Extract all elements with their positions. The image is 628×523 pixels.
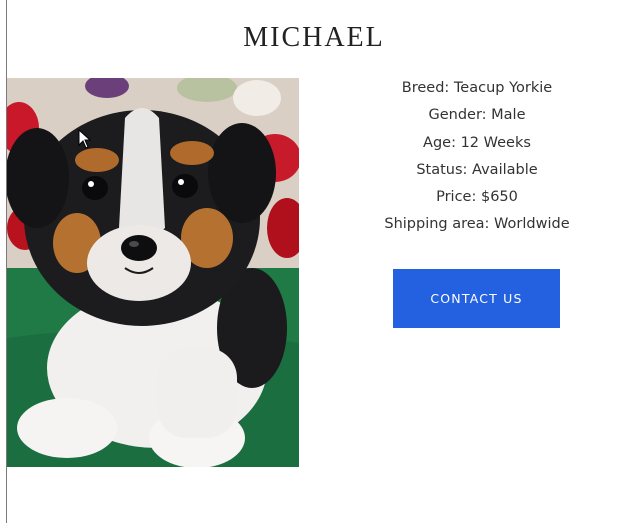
price-text: Price: $650 [436,189,518,206]
gender-text: Gender: Male [428,107,526,124]
contact-us-button[interactable]: CONTACT US [393,269,560,328]
puppy-photo [7,78,299,467]
status-text: Status: Available [416,161,538,178]
puppy-details: Breed: Teacup Yorkie Gender: Male Age: 1… [330,78,624,242]
mouse-cursor-icon [78,128,92,154]
shipping-text: Shipping area: Worldwide [384,216,570,233]
breed-text: Breed: Teacup Yorkie [401,80,553,96]
age-text: Age: 12 Weeks [423,134,531,151]
page-title: MICHAEL [243,22,385,53]
